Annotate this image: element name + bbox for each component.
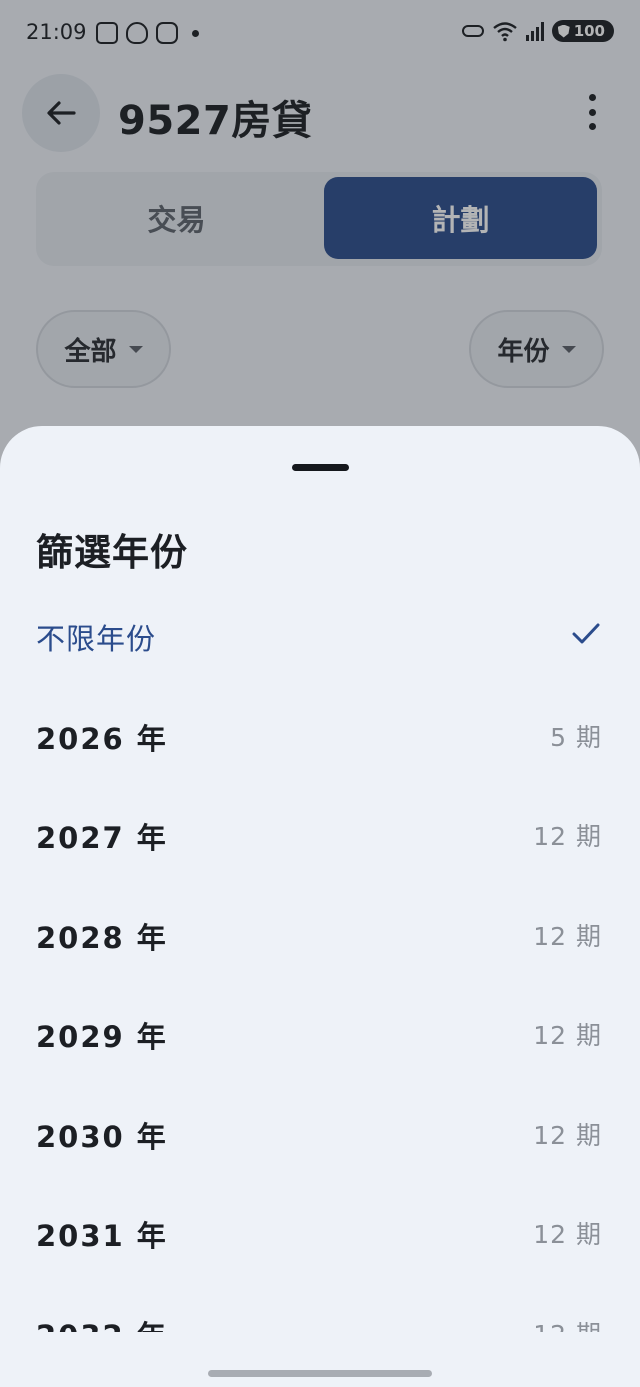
option-label: 2027 年: [36, 821, 168, 855]
option-count: 12 期: [533, 1120, 602, 1150]
check-icon: [572, 623, 600, 644]
year-option-2027[interactable]: 2027 年 12 期: [0, 785, 640, 885]
option-count: 12 期: [533, 1220, 602, 1249]
year-option-2031[interactable]: 2031 年 12 期: [0, 1183, 640, 1283]
year-option-2028[interactable]: 2028 年 12 期: [0, 885, 640, 985]
year-option-2026[interactable]: 2026 年 5 期: [0, 686, 640, 786]
year-filter-sheet: 篩選年份 不限年份 2026 年 5 期 2027 年 12 期 2028 年 …: [0, 426, 640, 1387]
option-count: 5 期: [550, 722, 602, 752]
option-label: 2030 年: [36, 1119, 168, 1154]
option-count: 12 期: [533, 1021, 602, 1050]
option-label: 2031 年: [36, 1219, 168, 1253]
option-count: 12 期: [533, 822, 602, 851]
option-label: 不限年份: [36, 622, 157, 656]
year-option-2030[interactable]: 2030 年 12 期: [0, 1084, 640, 1184]
option-label: 2032 年: [36, 1313, 168, 1333]
option-label: 2029 年: [36, 1020, 168, 1054]
sheet-drag-handle[interactable]: [292, 464, 349, 471]
year-option-2029[interactable]: 2029 年 12 期: [0, 984, 640, 1084]
option-label: 2026 年: [36, 721, 168, 756]
year-option-list: 不限年份 2026 年 5 期 2027 年 12 期 2028 年 12 期 …: [0, 586, 640, 1332]
option-count: 12 期: [533, 1315, 602, 1333]
option-count: 12 期: [533, 921, 602, 951]
sheet-title: 篩選年份: [36, 531, 188, 574]
year-option-all[interactable]: 不限年份: [0, 586, 640, 686]
year-option-2032[interactable]: 2032 年 12 期: [0, 1283, 640, 1333]
option-label: 2028 年: [36, 920, 168, 955]
gesture-navigation-bar[interactable]: [208, 1370, 432, 1377]
